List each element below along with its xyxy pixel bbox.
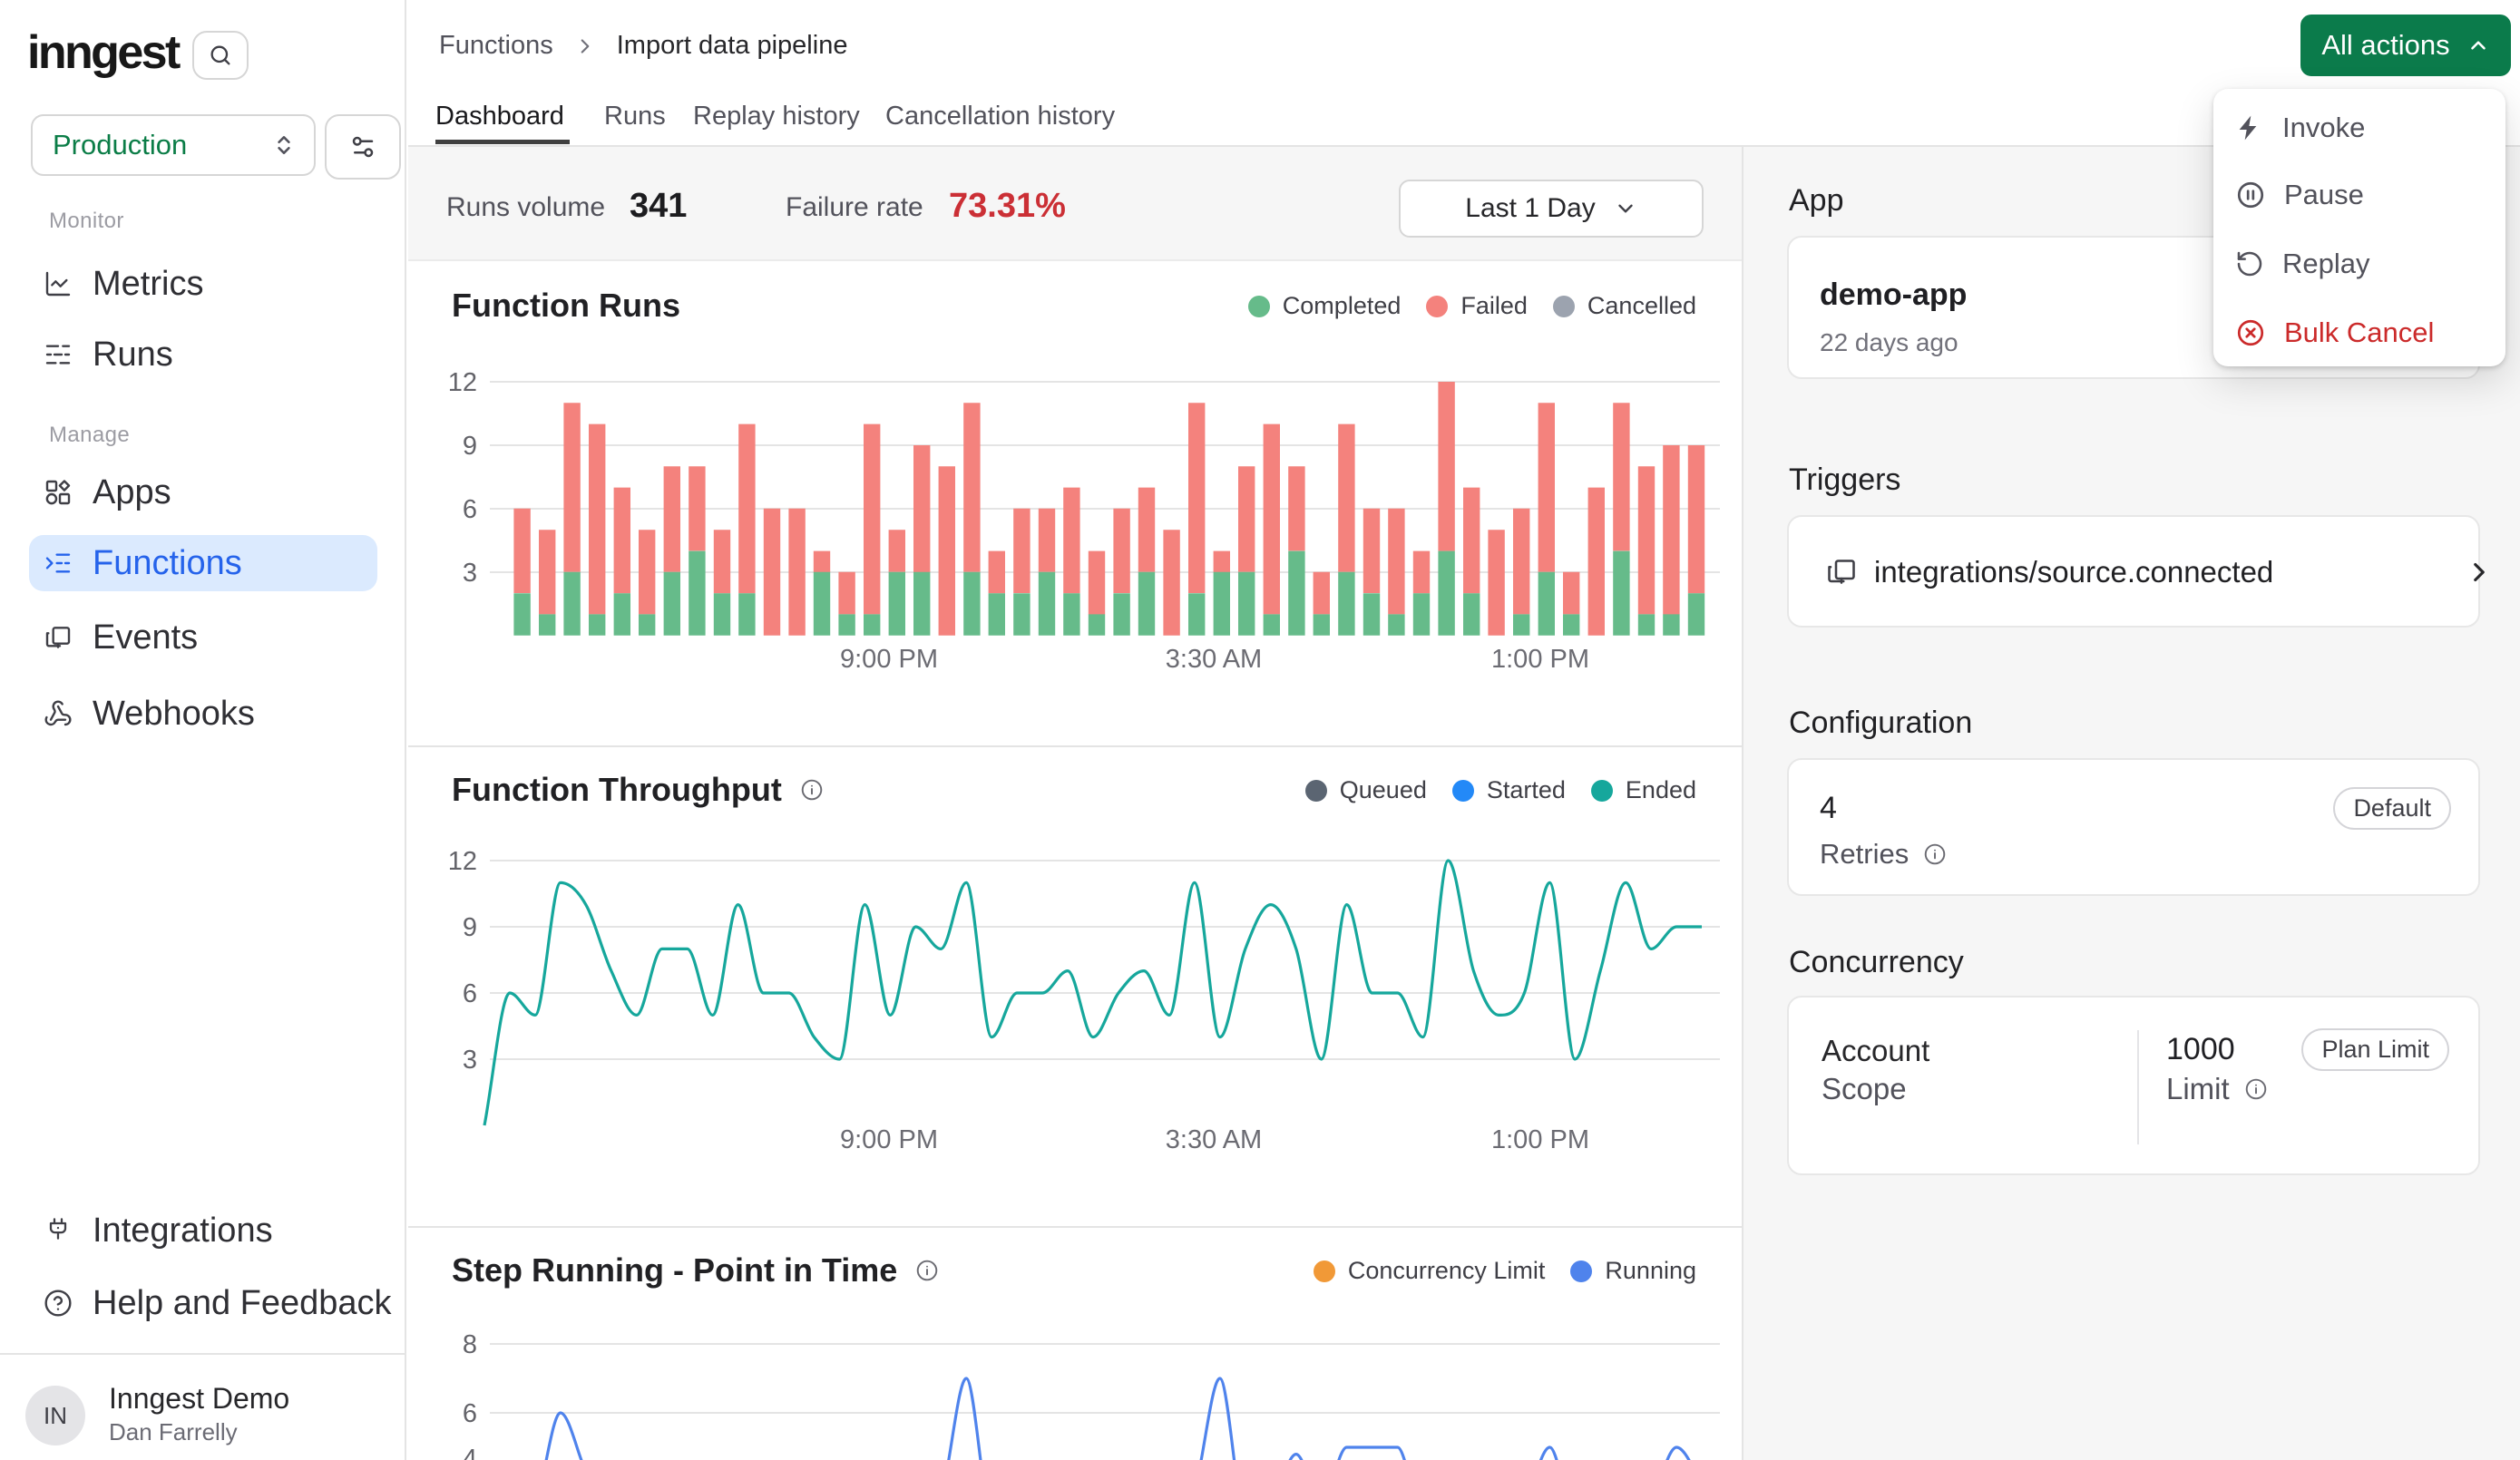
svg-text:6: 6 — [463, 495, 477, 524]
svg-text:6: 6 — [463, 1399, 477, 1428]
svg-text:12: 12 — [448, 847, 477, 876]
svg-text:12: 12 — [448, 368, 477, 397]
svg-text:6: 6 — [463, 979, 477, 1008]
svg-text:9:00 PM: 9:00 PM — [840, 1125, 938, 1154]
svg-text:9: 9 — [463, 432, 477, 461]
svg-text:3:30 AM: 3:30 AM — [1166, 645, 1262, 674]
svg-text:4: 4 — [463, 1445, 477, 1460]
svg-text:1:00 PM: 1:00 PM — [1491, 1125, 1589, 1154]
svg-text:3: 3 — [463, 559, 477, 588]
svg-text:3:30 AM: 3:30 AM — [1166, 1125, 1262, 1154]
svg-text:9: 9 — [463, 913, 477, 942]
svg-text:8: 8 — [463, 1330, 477, 1359]
svg-text:1:00 PM: 1:00 PM — [1491, 645, 1589, 674]
svg-text:3: 3 — [463, 1046, 477, 1075]
svg-text:9:00 PM: 9:00 PM — [840, 645, 938, 674]
